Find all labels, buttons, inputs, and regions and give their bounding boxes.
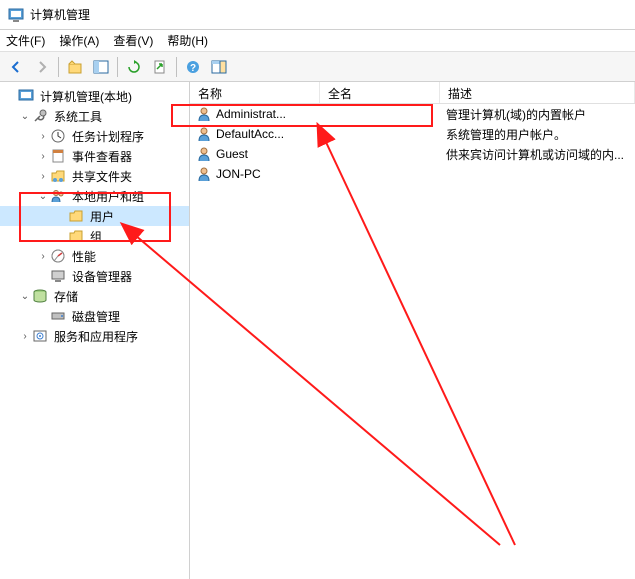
tree-performance[interactable]: › 性能 <box>0 246 189 266</box>
folder-icon <box>68 228 84 244</box>
forward-button[interactable] <box>30 55 54 79</box>
title-bar: 计算机管理 <box>0 0 635 30</box>
computer-management-icon <box>18 88 34 104</box>
tree-label: 磁盘管理 <box>70 307 122 326</box>
folder-icon <box>68 208 84 224</box>
toolbar-separator <box>176 57 177 77</box>
user-icon <box>196 106 212 122</box>
menu-view[interactable]: 查看(V) <box>113 32 153 49</box>
content-area: 计算机管理(本地) ⌄ 系统工具 › 任务计划程序 › 事件查看器 › 共享文件… <box>0 82 635 579</box>
tree-services-apps[interactable]: › 服务和应用程序 <box>0 326 189 346</box>
tree-task-scheduler[interactable]: › 任务计划程序 <box>0 126 189 146</box>
toolbar: ? <box>0 52 635 82</box>
user-description: 系统管理的用户帐户。 <box>440 126 635 143</box>
menu-help[interactable]: 帮助(H) <box>167 32 208 49</box>
user-row[interactable]: JON-PC <box>190 164 635 184</box>
tree-pane[interactable]: 计算机管理(本地) ⌄ 系统工具 › 任务计划程序 › 事件查看器 › 共享文件… <box>0 82 190 579</box>
tree-groups[interactable]: 组 <box>0 226 189 246</box>
tree-storage[interactable]: ⌄ 存储 <box>0 286 189 306</box>
svg-text:?: ? <box>190 63 196 74</box>
list-header: 名称 全名 描述 <box>190 82 635 104</box>
tree-label: 组 <box>88 227 104 246</box>
user-name: Guest <box>216 147 248 161</box>
disk-icon <box>50 308 66 324</box>
user-name: Administrat... <box>216 107 286 121</box>
tree-label: 任务计划程序 <box>70 127 146 146</box>
window-title: 计算机管理 <box>30 6 90 23</box>
up-button[interactable] <box>63 55 87 79</box>
tree-label: 性能 <box>70 247 98 266</box>
twisty-expanded-icon[interactable]: ⌄ <box>18 111 32 122</box>
tools-icon <box>32 108 48 124</box>
user-description: 供来宾访问计算机或访问域的内... <box>440 146 635 163</box>
user-icon <box>196 126 212 142</box>
user-icon <box>196 146 212 162</box>
tree-label: 系统工具 <box>52 107 104 126</box>
tree-label: 服务和应用程序 <box>52 327 140 346</box>
export-button[interactable] <box>148 55 172 79</box>
tree-label: 事件查看器 <box>70 147 134 166</box>
tree-users[interactable]: 用户 <box>0 206 189 226</box>
twisty-collapsed-icon[interactable]: › <box>36 171 50 182</box>
tree-disk-management[interactable]: 磁盘管理 <box>0 306 189 326</box>
show-hide-tree-button[interactable] <box>89 55 113 79</box>
tree-system-tools[interactable]: ⌄ 系统工具 <box>0 106 189 126</box>
clock-icon <box>50 128 66 144</box>
event-icon <box>50 148 66 164</box>
tree-label: 用户 <box>88 207 116 226</box>
shared-folder-icon <box>50 168 66 184</box>
column-fullname[interactable]: 全名 <box>320 82 440 103</box>
tree-device-manager[interactable]: 设备管理器 <box>0 266 189 286</box>
menu-action[interactable]: 操作(A) <box>59 32 99 49</box>
user-description: 管理计算机(域)的内置帐户 <box>440 106 635 123</box>
column-name[interactable]: 名称 <box>190 82 320 103</box>
storage-icon <box>32 288 48 304</box>
tree-event-viewer[interactable]: › 事件查看器 <box>0 146 189 166</box>
twisty-collapsed-icon[interactable]: › <box>18 331 32 342</box>
twisty-expanded-icon[interactable]: ⌄ <box>18 291 32 302</box>
menu-bar: 文件(F) 操作(A) 查看(V) 帮助(H) <box>0 30 635 52</box>
back-button[interactable] <box>4 55 28 79</box>
user-row[interactable]: Guest 供来宾访问计算机或访问域的内... <box>190 144 635 164</box>
tree-label: 计算机管理(本地) <box>38 87 134 106</box>
user-row[interactable]: Administrat... 管理计算机(域)的内置帐户 <box>190 104 635 124</box>
twisty-expanded-icon[interactable]: ⌄ <box>36 191 50 202</box>
menu-file[interactable]: 文件(F) <box>6 32 45 49</box>
tree-label: 设备管理器 <box>70 267 134 286</box>
list-pane[interactable]: 名称 全名 描述 Administrat...管理计算机(域)的内置帐户Defa… <box>190 82 635 579</box>
services-icon <box>32 328 48 344</box>
toolbar-separator <box>117 57 118 77</box>
performance-icon <box>50 248 66 264</box>
twisty-collapsed-icon[interactable]: › <box>36 131 50 142</box>
help-button[interactable]: ? <box>181 55 205 79</box>
app-icon <box>8 7 24 23</box>
tree-label: 共享文件夹 <box>70 167 134 186</box>
twisty-collapsed-icon[interactable]: › <box>36 151 50 162</box>
refresh-button[interactable] <box>122 55 146 79</box>
column-description[interactable]: 描述 <box>440 82 635 103</box>
user-name: JON-PC <box>216 167 261 181</box>
users-groups-icon <box>50 188 66 204</box>
tree-label: 本地用户和组 <box>70 187 146 206</box>
toolbar-separator <box>58 57 59 77</box>
device-icon <box>50 268 66 284</box>
user-row[interactable]: DefaultAcc... 系统管理的用户帐户。 <box>190 124 635 144</box>
tree-local-users-groups[interactable]: ⌄ 本地用户和组 <box>0 186 189 206</box>
tree-label: 存储 <box>52 287 80 306</box>
tree-root[interactable]: 计算机管理(本地) <box>0 86 189 106</box>
user-icon <box>196 166 212 182</box>
tree-shared-folders[interactable]: › 共享文件夹 <box>0 166 189 186</box>
twisty-collapsed-icon[interactable]: › <box>36 251 50 262</box>
user-name: DefaultAcc... <box>216 127 284 141</box>
properties-button[interactable] <box>207 55 231 79</box>
